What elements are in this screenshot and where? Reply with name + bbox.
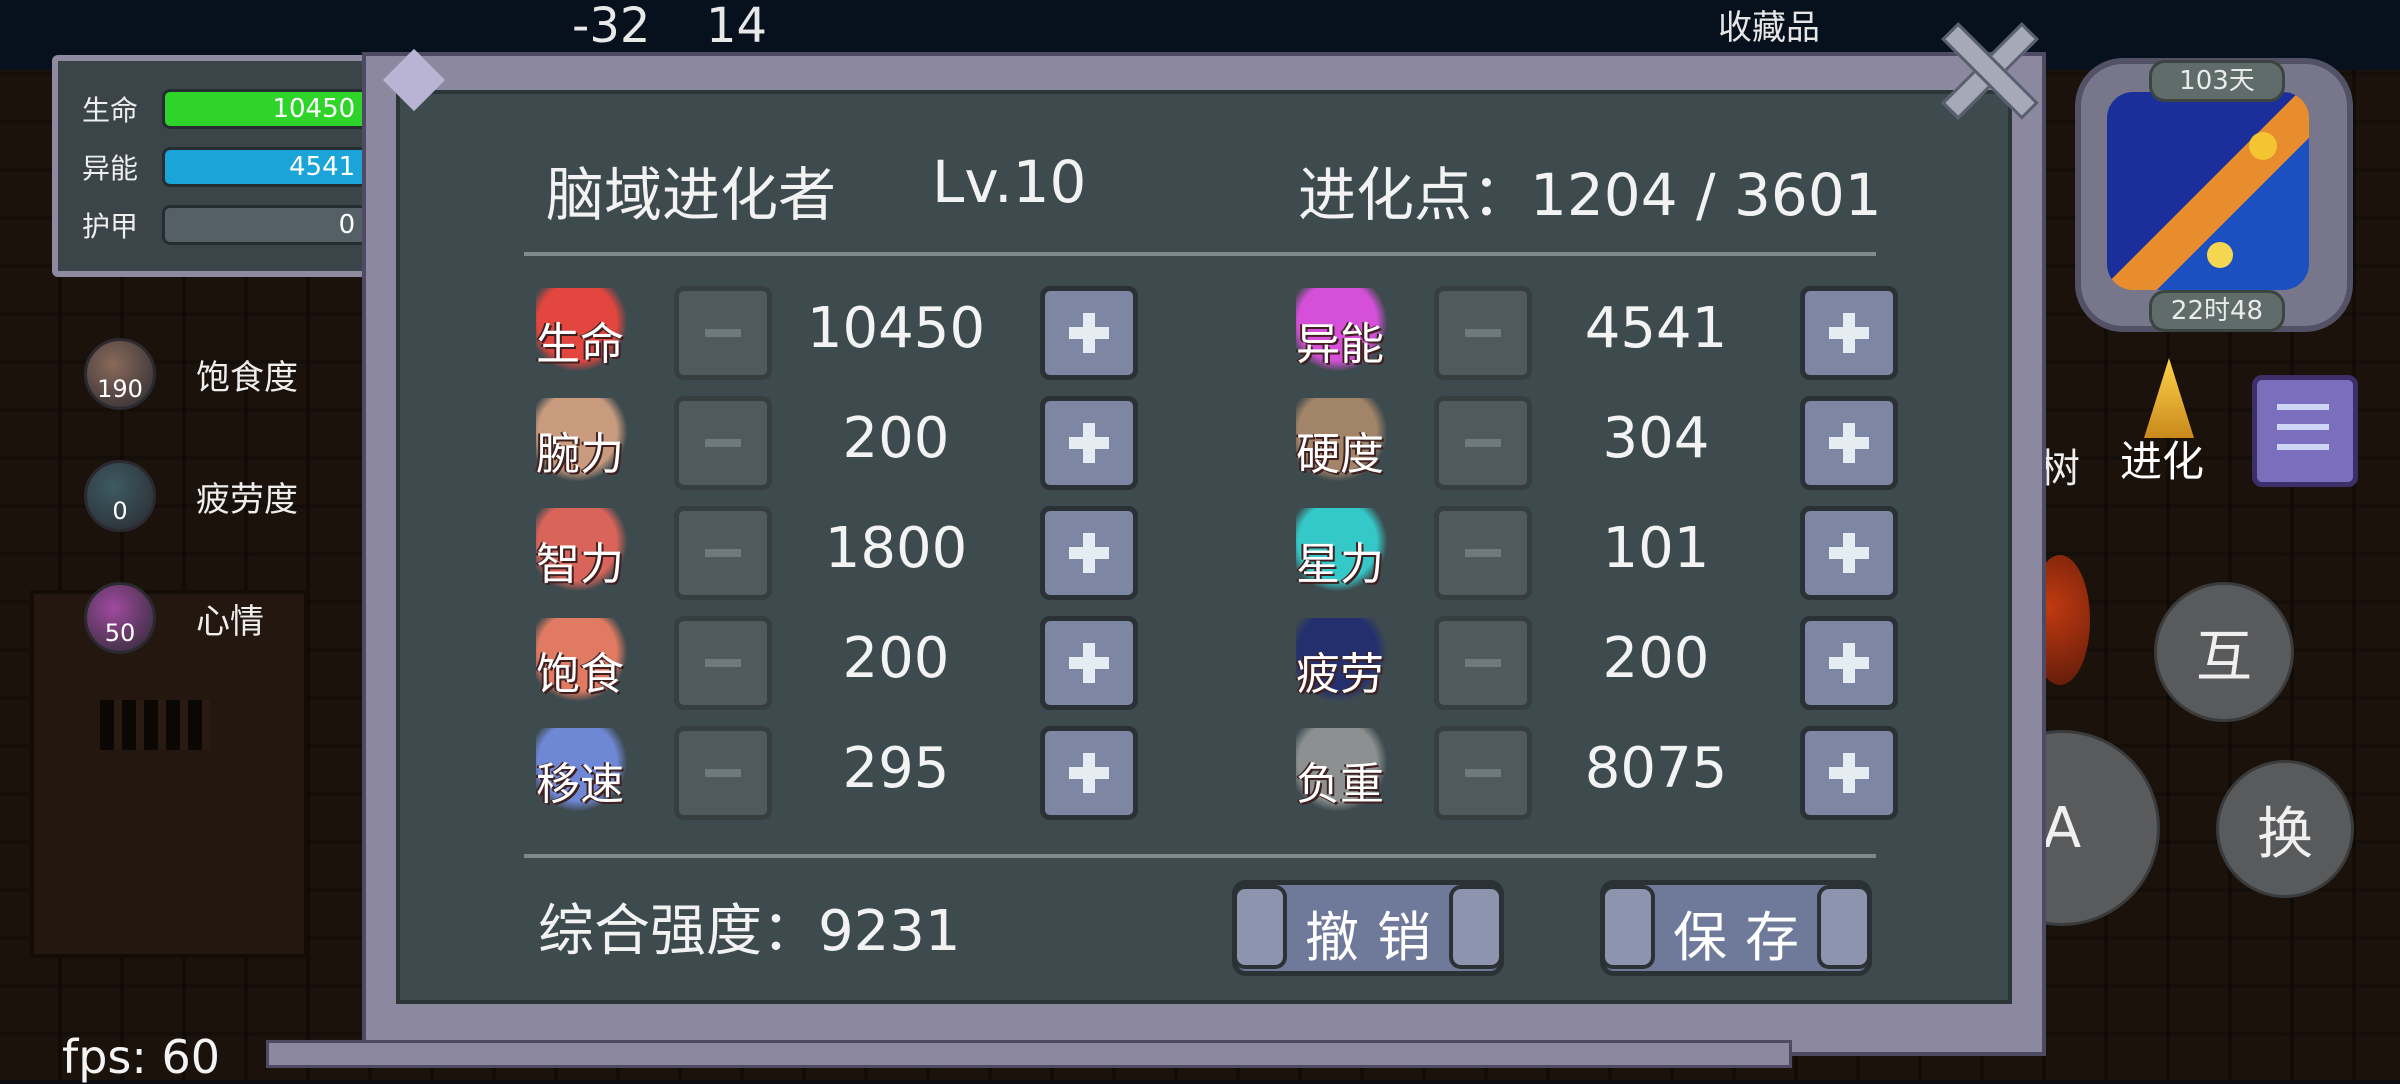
day-night-clock[interactable]: 103天 22时48 (2075, 58, 2353, 332)
stat-icon: 饱食 (526, 614, 638, 706)
stat-name: 移速 (536, 759, 624, 810)
hp-label: 生命 (82, 94, 139, 127)
decrease-button[interactable] (674, 286, 772, 380)
evolution-points: 进化点：1204 / 3601 (1298, 161, 1882, 229)
armor-row: 护甲 0 / 0 (82, 205, 408, 245)
increase-button[interactable] (1800, 396, 1898, 490)
decrease-button[interactable] (674, 616, 772, 710)
decrease-button[interactable] (674, 506, 772, 600)
stat-icon: 生命 (526, 284, 638, 376)
stat-icon: 疲劳 (1286, 614, 1398, 706)
stat-icon: 负重 (1286, 724, 1398, 816)
sun-icon (2249, 132, 2277, 160)
stat-icon: 腕力 (526, 394, 638, 486)
close-icon[interactable] (1938, 20, 2034, 116)
stat-icon: 智力 (526, 504, 638, 596)
stat-value: 200 (1602, 626, 1710, 691)
stat-name: 疲劳 (1296, 649, 1384, 700)
decrease-button[interactable] (674, 726, 772, 820)
undo-label: 撤销 (1305, 906, 1449, 969)
mood-value: 50 (104, 619, 136, 647)
favorites-label[interactable]: 收藏品 (1718, 0, 1820, 49)
decrease-button[interactable] (1434, 506, 1532, 600)
satiety-label: 饱食度 (196, 357, 298, 398)
mood-label: 心情 (196, 601, 264, 642)
energy-row: 异能 4541 / 4 (82, 147, 408, 187)
increase-button[interactable] (1800, 726, 1898, 820)
evolve-button[interactable]: 进化 (2116, 358, 2222, 486)
quest-scroll-icon[interactable] (2252, 375, 2358, 487)
bottom-divider (524, 854, 1876, 858)
stat-name: 负重 (1296, 759, 1384, 810)
mood-icon: 50 (84, 582, 156, 654)
coordinate-y: 14 (706, 0, 768, 54)
stat-name: 生命 (536, 319, 624, 370)
increase-button[interactable] (1040, 726, 1138, 820)
need-satiety[interactable]: 190 饱食度 (84, 338, 298, 410)
satiety-icon: 190 (84, 338, 156, 410)
dialog-title: 脑域进化者 (546, 161, 837, 229)
coordinate-x: -32 (572, 0, 651, 54)
decrease-button[interactable] (1434, 286, 1532, 380)
stat-name: 硬度 (1296, 429, 1384, 480)
increase-button[interactable] (1040, 506, 1138, 600)
decrease-button[interactable] (1434, 396, 1532, 490)
stat-icon: 星力 (1286, 504, 1398, 596)
satiety-value: 190 (97, 375, 143, 403)
level-label: Lv.10 (932, 148, 1087, 216)
fps-counter: fps: 60 (62, 1030, 221, 1084)
stat-value: 295 (842, 736, 950, 801)
top-divider (524, 252, 1876, 256)
stat-name: 腕力 (536, 429, 624, 480)
stat-icon: 移速 (526, 724, 638, 816)
stat-name: 智力 (536, 539, 624, 590)
stat-icon: 硬度 (1286, 394, 1398, 486)
hp-row: 生命 10450 / 1 (82, 89, 408, 129)
clock-time: 22时48 (2149, 290, 2285, 332)
dialog-bottom-rail (266, 1040, 1792, 1068)
need-fatigue[interactable]: 0 疲劳度 (84, 460, 298, 532)
increase-button[interactable] (1040, 396, 1138, 490)
swap-button[interactable]: 换 (2216, 760, 2354, 898)
clock-face (2107, 92, 2309, 290)
decrease-button[interactable] (1434, 726, 1532, 820)
stat-name: 星力 (1296, 539, 1384, 590)
increase-button[interactable] (1800, 286, 1898, 380)
stat-value: 304 (1602, 406, 1710, 471)
stat-name: 饱食 (536, 649, 624, 700)
energy-label: 异能 (82, 152, 139, 185)
overall-strength: 综合强度：9231 (538, 899, 961, 964)
stat-value: 10450 (806, 296, 986, 361)
interact-button[interactable]: 互 (2154, 582, 2294, 722)
clock-day: 103天 (2149, 60, 2285, 102)
skill-tree-button[interactable]: 树 (2040, 436, 2080, 494)
need-mood[interactable]: 50 心情 (84, 582, 264, 654)
stat-value: 4541 (1584, 296, 1728, 361)
decrease-button[interactable] (1434, 616, 1532, 710)
increase-button[interactable] (1800, 506, 1898, 600)
increase-button[interactable] (1040, 616, 1138, 710)
stat-value: 200 (842, 626, 950, 691)
fatigue-label: 疲劳度 (196, 479, 298, 520)
stat-value: 8075 (1584, 736, 1728, 801)
armor-label: 护甲 (82, 210, 139, 243)
decrease-button[interactable] (674, 396, 772, 490)
stat-value: 1800 (824, 516, 968, 581)
evolve-label: 进化 (2120, 437, 2205, 486)
stat-icon: 异能 (1286, 284, 1398, 376)
stat-name: 异能 (1296, 319, 1384, 370)
status-panel: 生命 10450 / 1 异能 4541 / 4 护甲 0 / 0 (52, 55, 408, 277)
evolve-icon (2144, 358, 2194, 438)
fatigue-icon: 0 (84, 460, 156, 532)
fatigue-value: 0 (112, 497, 128, 525)
undo-button[interactable]: 撤销 (1232, 880, 1504, 976)
stat-value: 101 (1602, 516, 1710, 581)
background-house-window (100, 700, 210, 750)
increase-button[interactable] (1040, 286, 1138, 380)
moon-icon (2207, 242, 2233, 268)
save-label: 保存 (1673, 906, 1817, 969)
stat-value: 200 (842, 406, 950, 471)
save-button[interactable]: 保存 (1600, 880, 1872, 976)
increase-button[interactable] (1800, 616, 1898, 710)
